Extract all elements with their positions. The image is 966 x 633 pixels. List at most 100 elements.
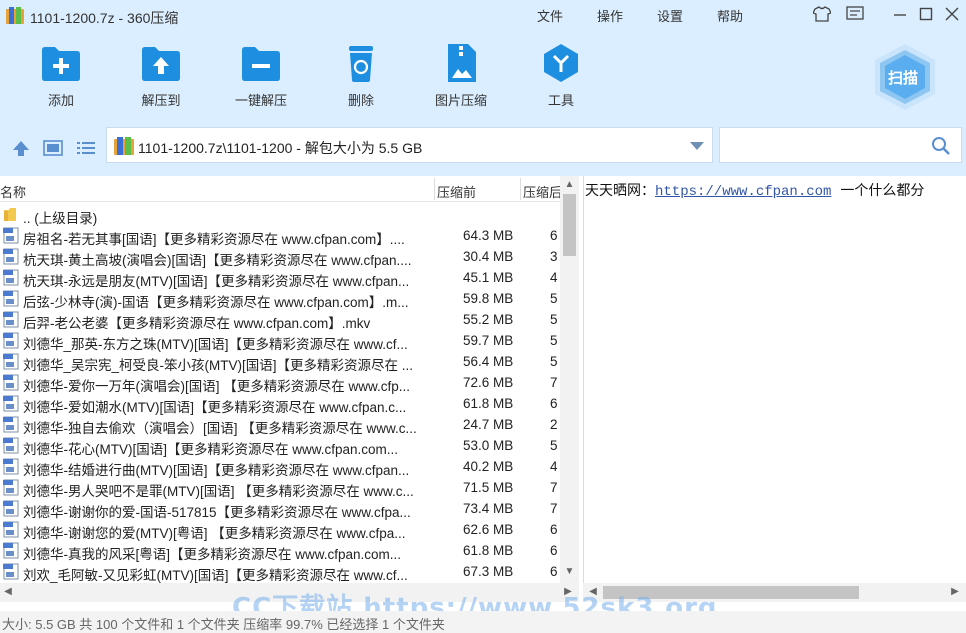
file-row[interactable]: 刘德华-谢谢你的爱-国语-517815【更多精彩资源尽在 www.cfpa...… (0, 498, 560, 520)
menu-help[interactable]: 帮助 (717, 6, 743, 25)
extract-to-label: 解压到 (141, 93, 181, 108)
file-size: 45.1 MB (463, 270, 514, 285)
scroll-left-icon[interactable]: ◀ (2, 586, 14, 598)
file-size: 53.0 MB (463, 438, 514, 453)
video-file-icon (3, 290, 19, 307)
column-name[interactable]: 名称 (0, 182, 26, 201)
preview-prefix: 天天晒网： (585, 183, 655, 199)
video-file-icon (3, 332, 19, 349)
file-row[interactable]: .. (上级目录) (0, 204, 560, 226)
file-row[interactable]: 刘德华-真我的风采[粤语]【更多精彩资源尽在 www.cfpan.com... 6… (0, 540, 560, 562)
minimize-button[interactable] (890, 5, 910, 23)
menu-file[interactable]: 文件 (537, 6, 563, 25)
thumbnail-view-icon[interactable] (42, 137, 64, 159)
file-name: 后弦-少林寺(演)-国语【更多精彩资源尽在 www.cfpan.com】.m..… (23, 295, 409, 310)
file-name: 刘德华-爱你一万年(演唱会)[国语] 【更多精彩资源尽在 www.cfp... (23, 379, 411, 394)
file-size: 67.3 MB (463, 564, 514, 579)
scroll-thumb[interactable] (563, 194, 576, 256)
scan-label: 扫描 (888, 70, 919, 87)
file-compressed-size: 5 (550, 354, 558, 369)
scroll-up-icon[interactable]: ▲ (564, 179, 575, 190)
list-view-icon[interactable] (75, 137, 97, 159)
file-name: .. (上级目录) (23, 211, 98, 226)
column-divider[interactable] (434, 178, 435, 200)
file-row[interactable]: 杭天琪-黄土高坡(演唱会)[国语]【更多精彩资源尽在 www.cfpan....… (0, 246, 560, 268)
status-text: 大小: 5.5 GB 共 100 个文件和 1 个文件夹 压缩率 99.7% 已… (2, 617, 445, 632)
search-input[interactable] (726, 134, 926, 156)
file-row[interactable]: 刘德华-爱你一万年(演唱会)[国语] 【更多精彩资源尽在 www.cfp... 7… (0, 372, 560, 394)
file-compressed-size: 4 (550, 459, 558, 474)
file-name: 刘德华-花心(MTV)[国语]【更多精彩资源尽在 www.cfpan.com..… (23, 442, 399, 457)
file-row[interactable]: 刘德华_那英-东方之珠(MTV)[国语]【更多精彩资源尽在 www.cf... 5… (0, 330, 560, 352)
file-size: 64.3 MB (463, 228, 514, 243)
maximize-button[interactable] (916, 5, 936, 23)
preview-suffix: 一个什么都分 (831, 183, 925, 199)
one-click-extract-button[interactable]: 一键解压 (221, 42, 301, 109)
add-button[interactable]: 添加 (21, 42, 101, 109)
image-compress-button[interactable]: 图片压缩 (421, 42, 501, 109)
file-row[interactable]: 杭天琪-永远是朋友(MTV)[国语]【更多精彩资源尽在 www.cfpan...… (0, 267, 560, 289)
folder-icon (4, 208, 16, 221)
file-row[interactable]: 刘德华-男人哭吧不是罪(MTV)[国语] 【更多精彩资源尽在 www.c... 7… (0, 477, 560, 499)
preview-pane: 天天晒网：https://www.cfpan.com 一个什么都分 (583, 176, 966, 583)
menu-settings[interactable]: 设置 (657, 6, 683, 25)
file-name: 刘德华_吴宗宪_柯受良-笨小孩(MTV)[国语]【更多精彩资源尽在 ... (23, 358, 414, 373)
search-icon[interactable] (931, 136, 951, 156)
file-row[interactable]: 刘德华-独自去偷欢（演唱会）[国语] 【更多精彩资源尽在 www.c... 24.… (0, 414, 560, 436)
skin-button[interactable] (812, 5, 832, 23)
preview-link[interactable]: https://www.cfpan.com (655, 184, 831, 200)
scan-button[interactable]: 扫描 (870, 42, 940, 112)
scroll-down-icon[interactable]: ▼ (564, 566, 575, 577)
address-bar: 1101-1200.7z\1101-1200 - 解包大小为 5.5 GB (0, 124, 966, 176)
file-list: 名称 压缩前 压缩后 .. (上级目录) 房祖名-若无其事[国语]【更多精彩资源尽… (0, 176, 579, 583)
file-row[interactable]: 刘欢_毛阿敏-又见彩虹(MTV)[国语]【更多精彩资源尽在 www.cf... 6… (0, 561, 560, 583)
column-compressed[interactable]: 压缩后 (523, 182, 562, 201)
message-icon (846, 6, 864, 20)
one-click-extract-icon (242, 47, 280, 81)
close-button[interactable] (942, 5, 962, 23)
file-name: 刘德华-男人哭吧不是罪(MTV)[国语] 【更多精彩资源尽在 www.c... (23, 484, 414, 499)
file-size: 55.2 MB (463, 312, 514, 327)
delete-button[interactable]: 删除 (321, 42, 401, 109)
status-bar: 大小: 5.5 GB 共 100 个文件和 1 个文件夹 压缩率 99.7% 已… (0, 611, 966, 633)
file-compressed-size: 4 (550, 270, 558, 285)
file-size: 61.8 MB (463, 543, 514, 558)
title-bar: 1101-1200.7z - 360压缩 文件 操作 设置 帮助 (0, 0, 966, 32)
address-path: 1101-1200.7z\1101-1200 - 解包大小为 5.5 GB (138, 140, 423, 156)
file-size: 72.6 MB (463, 375, 514, 390)
file-compressed-size: 2 (550, 417, 558, 432)
file-compressed-size: 5 (550, 312, 558, 327)
file-row[interactable]: 刘德华-爱如潮水(MTV)[国语]【更多精彩资源尽在 www.cfpan.c..… (0, 393, 560, 415)
file-name: 后羿-老公老婆【更多精彩资源尽在 www.cfpan.com】.mkv (23, 316, 371, 331)
delete-label: 删除 (347, 93, 374, 108)
menu-operation[interactable]: 操作 (597, 6, 623, 25)
video-file-icon (3, 311, 19, 328)
tools-button[interactable]: 工具 (521, 42, 601, 109)
column-divider[interactable] (520, 178, 521, 200)
vertical-scrollbar[interactable]: ▲ ▼ (560, 176, 579, 583)
file-row[interactable]: 房祖名-若无其事[国语]【更多精彩资源尽在 www.cfpan.com】....… (0, 225, 560, 247)
file-name: 杭天琪-永远是朋友(MTV)[国语]【更多精彩资源尽在 www.cfpan... (23, 274, 410, 289)
file-row[interactable]: 刘德华-花心(MTV)[国语]【更多精彩资源尽在 www.cfpan.com..… (0, 435, 560, 457)
file-name: 刘德华_那英-东方之珠(MTV)[国语]【更多精彩资源尽在 www.cf... (23, 337, 408, 352)
file-compressed-size: 3 (550, 249, 558, 264)
file-row[interactable]: 刘德华-结婚进行曲(MTV)[国语]【更多精彩资源尽在 www.cfpan...… (0, 456, 560, 478)
up-arrow-icon[interactable] (10, 137, 32, 159)
scroll-right-icon[interactable]: ▶ (949, 586, 961, 598)
close-icon (945, 7, 959, 21)
file-row[interactable]: 后羿-老公老婆【更多精彩资源尽在 www.cfpan.com】.mkv 55.2 … (0, 309, 560, 331)
address-field[interactable]: 1101-1200.7z\1101-1200 - 解包大小为 5.5 GB (106, 127, 713, 163)
tools-label: 工具 (547, 93, 574, 108)
extract-to-button[interactable]: 解压到 (121, 42, 201, 109)
feedback-button[interactable] (845, 5, 865, 23)
column-headers: 名称 压缩前 压缩后 (0, 176, 562, 202)
chevron-down-icon[interactable] (690, 142, 704, 150)
file-row[interactable]: 刘德华-谢谢您的爱(MTV)[粤语] 【更多精彩资源尽在 www.cfpa...… (0, 519, 560, 541)
tools-icon (544, 44, 578, 82)
search-box[interactable] (719, 127, 962, 163)
column-size[interactable]: 压缩前 (437, 182, 476, 201)
file-row[interactable]: 刘德华_吴宗宪_柯受良-笨小孩(MTV)[国语]【更多精彩资源尽在 ... 56.… (0, 351, 560, 373)
file-row[interactable]: 后弦-少林寺(演)-国语【更多精彩资源尽在 www.cfpan.com】.m..… (0, 288, 560, 310)
file-compressed-size: 7 (550, 501, 558, 516)
file-size: 62.6 MB (463, 522, 514, 537)
